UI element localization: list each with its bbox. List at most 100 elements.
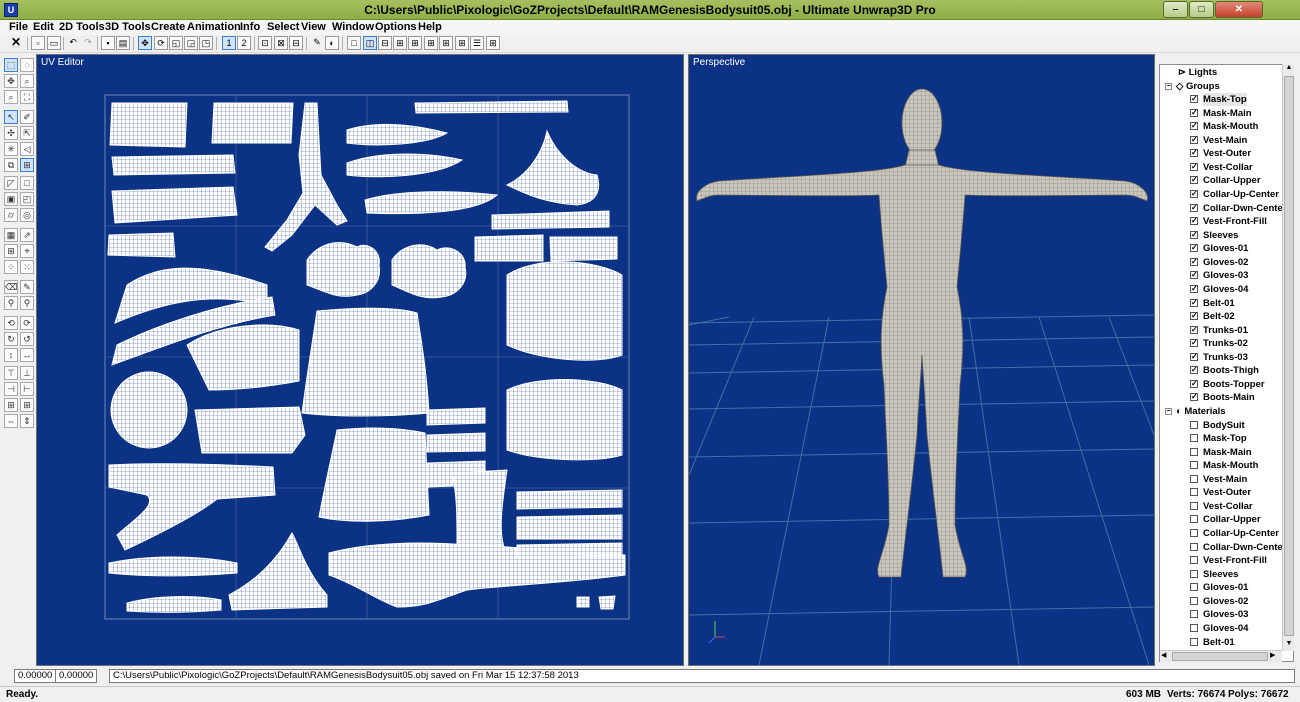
arrow-select-icon[interactable]: ⇱ [20, 126, 34, 140]
u-coordinate-field[interactable]: 0.00000 [14, 669, 56, 683]
tree-material-item[interactable]: Vest-Main [1160, 473, 1293, 486]
menu-file[interactable]: File [9, 21, 28, 33]
nodes-icon[interactable]: ⁙ [20, 260, 34, 274]
checkbox-unchecked-icon[interactable] [1190, 461, 1198, 470]
pointer-icon[interactable]: ↖ [4, 110, 18, 124]
close-button[interactable]: ✕ [1215, 1, 1263, 18]
tree-group-item[interactable]: ✓ Mask-Main [1160, 107, 1293, 120]
tree-material-item[interactable]: Vest-Collar [1160, 500, 1293, 513]
title-bar[interactable]: C:\Users\Public\Pixologic\GoZProjects\De… [0, 0, 1300, 20]
tree-material-item[interactable]: Mask-Mouth [1160, 459, 1293, 472]
menu-2d-tools[interactable]: 2D Tools [59, 21, 105, 33]
checkbox-unchecked-icon[interactable] [1190, 501, 1198, 510]
v-coordinate-field[interactable]: 0.00000 [55, 669, 97, 683]
plane-icon[interactable]: ◸ [4, 176, 18, 190]
brush-icon[interactable]: ✐ [20, 110, 34, 124]
rotate-ccw-icon[interactable]: ↺ [20, 332, 34, 346]
checkbox-checked-icon[interactable]: ✓ [1190, 298, 1198, 307]
tree-material-item[interactable]: Mask-Top [1160, 432, 1293, 445]
checkbox-unchecked-icon[interactable] [1190, 447, 1198, 456]
menu-animation[interactable]: Animation [187, 21, 241, 33]
layout-split-horizontal-icon[interactable]: ⊟ [378, 36, 392, 50]
menu-3d-tools[interactable]: 3D Tools [105, 21, 151, 33]
tree-group-item[interactable]: ✓ Trunks-02 [1160, 337, 1293, 350]
checkbox-checked-icon[interactable]: ✓ [1190, 257, 1198, 266]
tree-group-item[interactable]: ✓ Belt-02 [1160, 310, 1293, 323]
checkbox-checked-icon[interactable]: ✓ [1190, 190, 1198, 199]
layout-three-icon[interactable]: ⊞ [393, 36, 407, 50]
save-icon[interactable]: ▤ [116, 36, 130, 50]
menu-view[interactable]: View [301, 21, 326, 33]
scroll-thumb[interactable] [1284, 76, 1294, 636]
tree-group-item[interactable]: ✓ Collar-Up-Center [1160, 188, 1293, 201]
rotate-icon[interactable]: ⟳ [154, 36, 168, 50]
align-bottom-icon[interactable]: ⊥ [20, 366, 34, 380]
checkbox-checked-icon[interactable]: ✓ [1190, 176, 1198, 185]
maximize-button[interactable]: □ [1189, 1, 1214, 18]
tree-group-item[interactable]: ✓ Sleeves [1160, 229, 1293, 242]
zoom-icon[interactable]: ⌕ [20, 74, 34, 88]
tree-material-item[interactable]: Sleeves [1160, 568, 1293, 581]
collapse-icon[interactable]: − [1165, 82, 1172, 90]
move-point-icon[interactable]: ✣ [4, 126, 18, 140]
square-icon[interactable]: □ [20, 176, 34, 190]
cube-icon[interactable]: ◰ [20, 192, 34, 206]
tree-lights[interactable]: ⊳ Lights [1160, 66, 1293, 79]
tree-group-item[interactable]: ✓ Vest-Outer [1160, 147, 1293, 160]
relax-icon[interactable]: ⌖ [20, 244, 34, 258]
collapse-icon[interactable]: − [1165, 408, 1172, 415]
menu-help[interactable]: Help [418, 21, 442, 33]
camera-icon[interactable]: ▪ [101, 36, 115, 50]
layout-split-vertical-icon[interactable]: ◫ [363, 36, 377, 50]
view-1-button[interactable]: 1 [222, 36, 236, 50]
scroll-right-icon[interactable]: ▶ [1270, 651, 1280, 661]
tree-group-item[interactable]: ✓ Trunks-03 [1160, 351, 1293, 364]
checkbox-unchecked-icon[interactable] [1190, 420, 1198, 429]
tree-group-item[interactable]: ✓ Boots-Topper [1160, 378, 1293, 391]
distribute-2-icon[interactable]: ⊞ [20, 398, 34, 412]
menu-info[interactable]: Info [240, 21, 260, 33]
tree-group-item[interactable]: ✓ Mask-Mouth [1160, 120, 1293, 133]
eyedropper-icon[interactable]: ✎ [310, 36, 324, 50]
tree-material-item[interactable]: Gloves-01 [1160, 581, 1293, 594]
pin-2-icon[interactable]: ⚲ [20, 296, 34, 310]
checkbox-unchecked-icon[interactable] [1190, 556, 1198, 565]
align-top-icon[interactable]: ⊤ [4, 366, 18, 380]
message-field[interactable]: C:\Users\Public\Pixologic\GoZProjects\De… [109, 669, 1295, 683]
stitch-icon[interactable]: ⁘ [4, 260, 18, 274]
checkbox-checked-icon[interactable]: ✓ [1190, 271, 1198, 280]
tree-group-item[interactable]: ✓ Vest-Collar [1160, 161, 1293, 174]
weld-icon[interactable]: ⊞ [4, 244, 18, 258]
sparkle-icon[interactable]: ✳ [4, 142, 18, 156]
tree-group-item[interactable]: ✓ Belt-01 [1160, 297, 1293, 310]
lasso-icon[interactable]: ◌ [20, 58, 34, 72]
checkbox-checked-icon[interactable]: ✓ [1190, 162, 1198, 171]
tree-horizontal-scrollbar[interactable]: ◀ ▶ [1160, 650, 1282, 662]
pin-icon[interactable]: ⚲ [4, 296, 18, 310]
select-frame-2-icon[interactable]: ⊠ [274, 36, 288, 50]
scale-3-icon[interactable]: ◳ [199, 36, 213, 50]
layout-four-icon[interactable]: ⊞ [455, 36, 469, 50]
layout-three-4-icon[interactable]: ⊞ [439, 36, 453, 50]
fit-height-icon[interactable]: ⇕ [20, 414, 34, 428]
close-document-icon[interactable]: ✕ [9, 36, 23, 50]
select-frame-3-icon[interactable]: ⊟ [289, 36, 303, 50]
scroll-up-icon[interactable]: ▲ [1284, 64, 1294, 74]
checkbox-checked-icon[interactable]: ✓ [1190, 149, 1198, 158]
grid-tool-icon[interactable]: ⊞ [20, 158, 34, 172]
checkbox-unchecked-icon[interactable] [1190, 623, 1198, 632]
flip-vertical-icon[interactable]: ↕ [4, 348, 18, 362]
layout-grid-icon[interactable]: ⊞ [486, 36, 500, 50]
checkbox-unchecked-icon[interactable] [1190, 515, 1198, 524]
tree-vertical-scrollbar[interactable]: ▲ ▼ [1282, 64, 1294, 651]
checkbox-checked-icon[interactable]: ✓ [1190, 135, 1198, 144]
minimize-button[interactable]: – [1163, 1, 1188, 18]
distribute-icon[interactable]: ⊞ [4, 398, 18, 412]
tree-group-item[interactable]: ✓ Collar-Upper [1160, 174, 1293, 187]
layout-rows-icon[interactable]: ☰ [470, 36, 484, 50]
undo-icon[interactable]: ↶ [66, 36, 80, 50]
tree-group-item[interactable]: ✓ Boots-Thigh [1160, 364, 1293, 377]
eraser-icon[interactable]: ⌫ [4, 280, 18, 294]
checkbox-checked-icon[interactable]: ✓ [1190, 339, 1198, 348]
tree-group-item[interactable]: ✓ Mask-Top [1160, 93, 1293, 107]
